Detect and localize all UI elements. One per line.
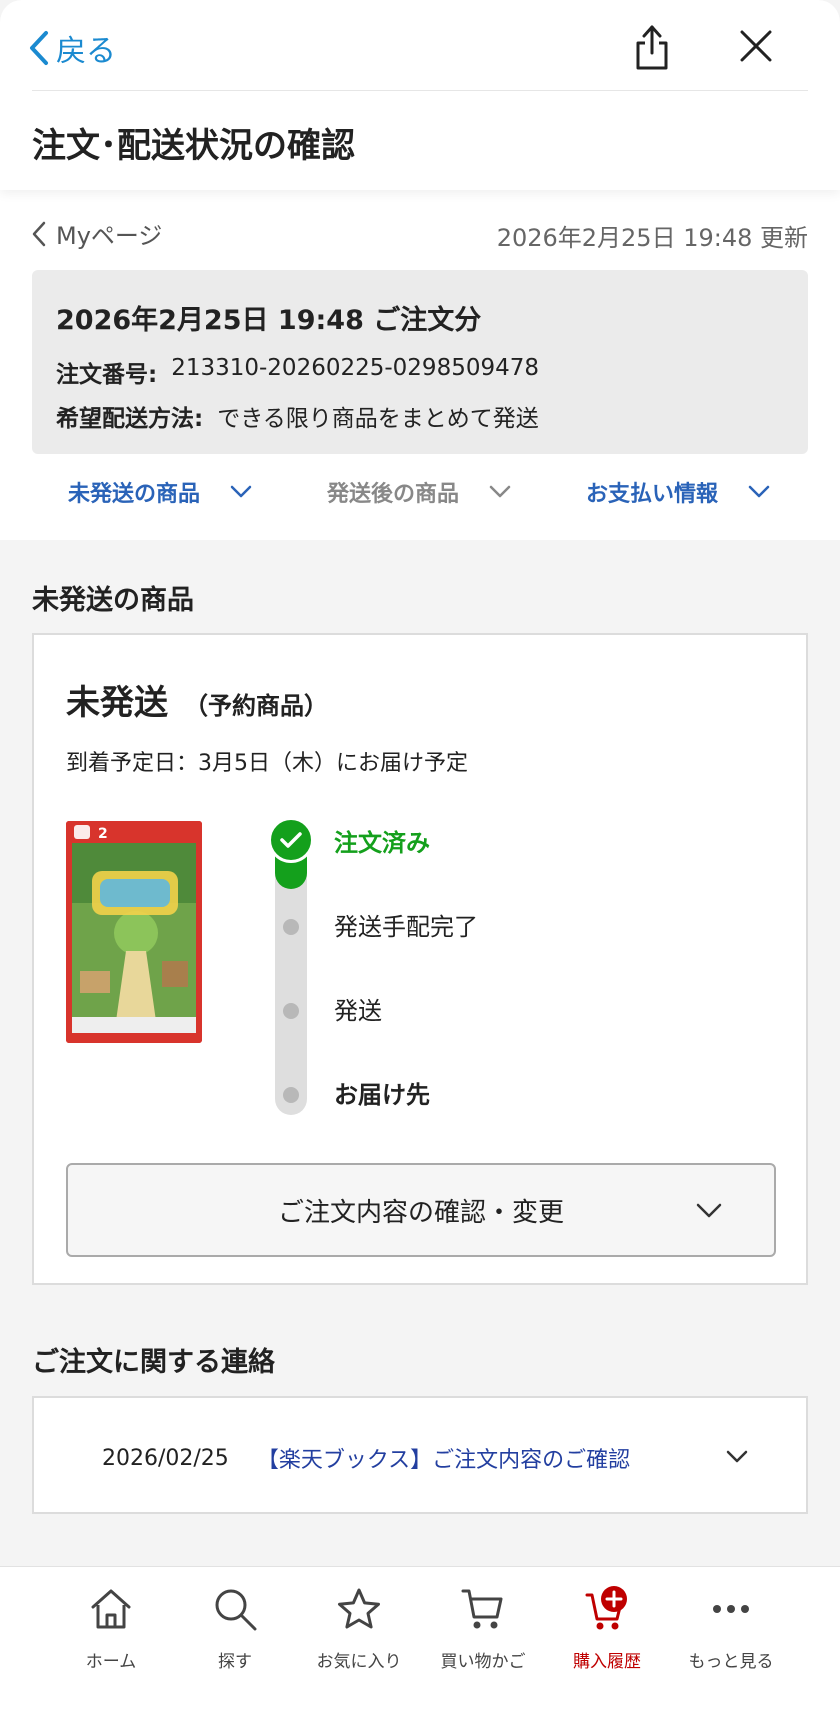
nav-cart[interactable]: 買い物かご: [428, 1585, 538, 1672]
nav-label: ホーム: [85, 1652, 137, 1672]
status-main: 未発送: [66, 683, 168, 723]
order-date-title: 2026年2月25日 19:48 ご注文分: [56, 305, 482, 336]
product-image[interactable]: 2: [66, 821, 202, 1043]
top-bar: 戻る 注文･配送状況の確認: [0, 0, 840, 190]
search-icon: [215, 1589, 257, 1631]
chevron-down-icon[interactable]: [726, 1450, 748, 1464]
chevron-left-icon: [32, 221, 46, 246]
chevron-left-icon: [30, 31, 48, 65]
step-shipped: 発送: [334, 997, 382, 1025]
nav-label: もっと見る: [688, 1652, 774, 1672]
back-label: 戻る: [56, 34, 116, 69]
back-button[interactable]: 戻る: [28, 24, 116, 72]
tab-label: 発送後の商品: [327, 482, 460, 507]
nav-favorites[interactable]: お気に入り: [304, 1585, 414, 1672]
step-shipping-arranged: 発送手配完了: [334, 913, 478, 941]
delivery-method-key: 希望配送方法:: [56, 406, 204, 432]
status-sub: （予約商品）: [184, 692, 328, 720]
chevron-down-icon: [748, 485, 770, 498]
unshipped-section-title: 未発送の商品: [32, 585, 194, 616]
tab-payment[interactable]: お支払い情報: [586, 476, 770, 508]
message-title-link[interactable]: 【楽天ブックス】ご注文内容のご確認: [257, 1442, 630, 1474]
step-dot: [283, 1003, 299, 1019]
order-info-box: 2026年2月25日 19:48 ご注文分 注文番号: 213310-20260…: [32, 270, 808, 454]
console-badge: 2: [98, 826, 108, 842]
bottom-nav: ホーム 探す お気に入り 買い物かご 購入履歴 もっと見る: [0, 1566, 840, 1728]
product-cover-art: 2: [66, 821, 202, 1043]
step-ordered: 注文済み: [334, 829, 430, 857]
order-number-key: 注文番号:: [56, 362, 158, 388]
chevron-down-icon: [489, 485, 511, 498]
star-icon: [338, 1588, 380, 1629]
confirm-order-button[interactable]: ご注文内容の確認・変更: [66, 1163, 776, 1257]
close-icon[interactable]: [738, 28, 774, 64]
chevron-down-icon: [230, 485, 252, 498]
message-row[interactable]: 2026/02/25 【楽天ブックス】ご注文内容のご確認: [102, 1442, 630, 1474]
mypage-label: Myページ: [56, 222, 163, 250]
share-icon[interactable]: [632, 22, 672, 72]
confirm-order-label: ご注文内容の確認・変更: [277, 1197, 564, 1228]
updated-timestamp: 2026年2月25日 19:48 更新: [496, 224, 808, 252]
message-card[interactable]: 2026/02/25 【楽天ブックス】ご注文内容のご確認: [32, 1396, 808, 1514]
nav-search[interactable]: 探す: [180, 1585, 290, 1672]
nav-home[interactable]: ホーム: [56, 1585, 166, 1672]
tab-label: お支払い情報: [586, 482, 719, 507]
nav-label: 買い物かご: [440, 1652, 526, 1672]
nav-purchase-history[interactable]: 購入履歴: [552, 1585, 662, 1672]
order-number-value: 213310-20260225-0298509478: [171, 355, 540, 381]
cart-icon: [461, 1589, 503, 1629]
nav-label: お気に入り: [316, 1652, 402, 1672]
status-heading: 未発送 （予約商品）: [66, 675, 328, 724]
anchor-tabs: 未発送の商品 発送後の商品 お支払い情報: [0, 476, 840, 520]
nav-label: 購入履歴: [573, 1652, 641, 1672]
chevron-down-icon: [696, 1203, 722, 1218]
step-dot: [283, 919, 299, 935]
order-number-row: 注文番号: 213310-20260225-0298509478: [56, 355, 784, 389]
arrival-date: 到着予定日：3月5日（木）にお届け予定: [66, 751, 468, 776]
unshipped-card: 未発送 （予約商品） 到着予定日：3月5日（木）にお届け予定 2 注文済み 発送…: [32, 633, 808, 1285]
nav-more[interactable]: もっと見る: [676, 1585, 786, 1672]
home-icon: [91, 1589, 131, 1629]
step-delivered: お届け先: [334, 1081, 430, 1109]
more-icon: [713, 1605, 749, 1613]
step-dot: [283, 1087, 299, 1103]
nav-label: 探す: [218, 1652, 252, 1672]
divider: [32, 90, 808, 91]
tab-shipped[interactable]: 発送後の商品: [327, 476, 511, 508]
delivery-method-row: 希望配送方法: できる限り商品をまとめて発送: [56, 399, 784, 433]
mypage-link[interactable]: Myページ: [32, 216, 162, 251]
tab-unshipped[interactable]: 未発送の商品: [68, 476, 252, 508]
page-title: 注文･配送状況の確認: [32, 126, 355, 166]
purchase-history-icon: [585, 1586, 627, 1630]
messages-section-title: ご注文に関する連絡: [32, 1347, 275, 1378]
check-icon: [268, 817, 314, 863]
message-date: 2026/02/25: [102, 1445, 229, 1471]
tab-label: 未発送の商品: [68, 482, 201, 507]
order-status-sheet: 戻る 注文･配送状況の確認 Myページ 2026年2月25日 19:48 更新 …: [0, 0, 840, 1728]
delivery-method-value: できる限り商品をまとめて発送: [217, 406, 539, 432]
